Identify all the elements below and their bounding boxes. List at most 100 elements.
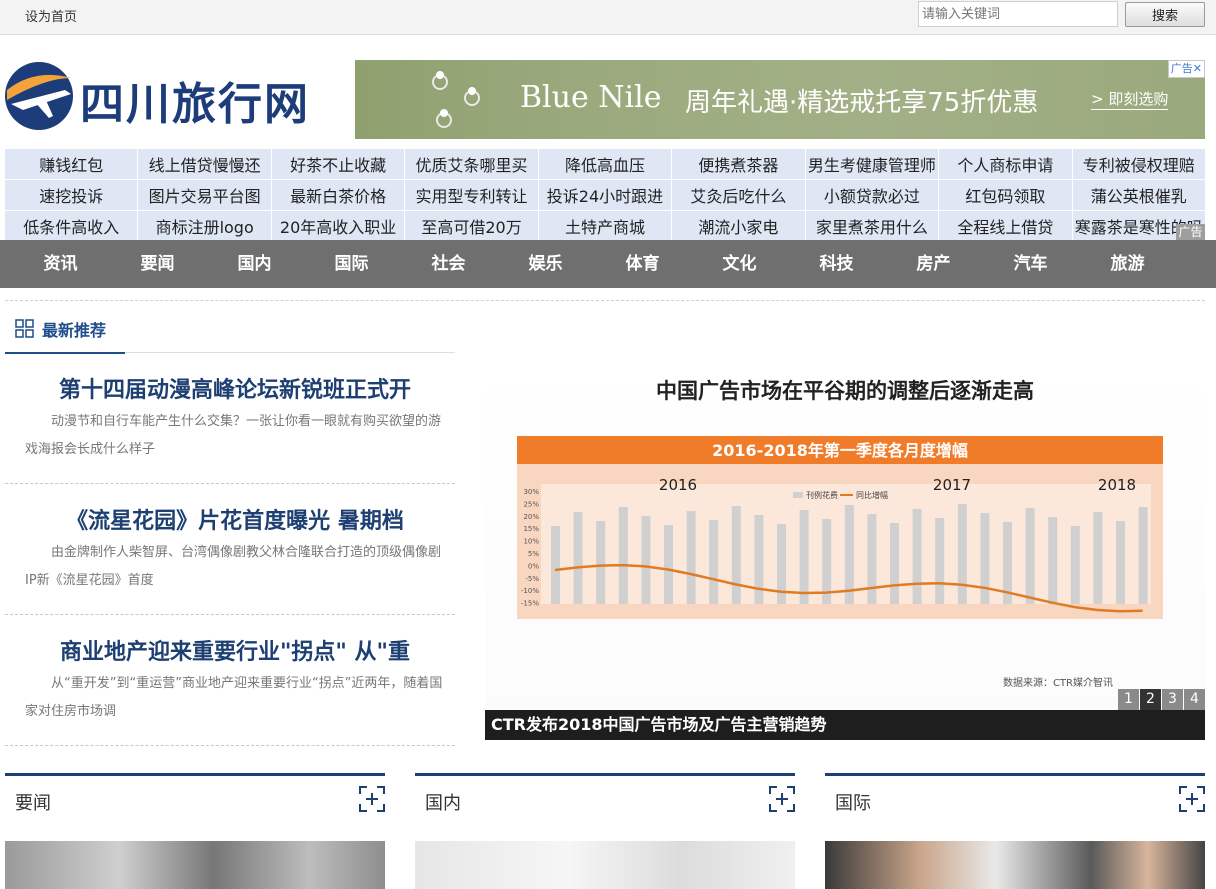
slider-page-dot[interactable]: 1	[1118, 689, 1139, 710]
column-guonei: 国内	[415, 773, 795, 889]
chart-bar	[641, 516, 651, 604]
keyword-link[interactable]: 蒲公英根催乳	[1072, 180, 1205, 210]
ad-label[interactable]: 广告✕	[1167, 60, 1205, 78]
column-header: 国内	[415, 773, 795, 826]
site-logo[interactable]: 四川旅行网	[5, 60, 308, 132]
ad-brand: Blue Nile	[520, 80, 662, 115]
slider-page-dot[interactable]: 3	[1162, 689, 1183, 710]
keyword-link[interactable]: 赚钱红包	[5, 149, 138, 179]
keyword-link[interactable]: 实用型专利转让	[405, 180, 538, 210]
keyword-link[interactable]: 潮流小家电	[672, 211, 805, 241]
keyword-link[interactable]: 红包码领取	[939, 180, 1072, 210]
keyword-link[interactable]: 小额贷款必过	[805, 180, 939, 210]
nav-item[interactable]: 资讯	[12, 240, 109, 288]
keyword-link[interactable]: 艾灸后吃什么	[672, 180, 805, 210]
chart-bar	[1048, 517, 1058, 604]
y-tick-label: -10%	[521, 587, 539, 595]
keyword-link[interactable]: 图片交易平台图	[138, 180, 271, 210]
slider-page-dot[interactable]: 2	[1140, 689, 1161, 710]
expand-plus-icon[interactable]	[359, 786, 385, 812]
column-header: 要闻	[5, 773, 385, 826]
y-tick-label: 5%	[528, 550, 539, 558]
chart-bar	[618, 507, 628, 604]
keyword-link[interactable]: 商标注册logo	[138, 211, 271, 241]
nav-item[interactable]: 文化	[691, 240, 788, 288]
keyword-link[interactable]: 线上借贷慢慢还	[138, 149, 271, 179]
nav-item[interactable]: 体育	[594, 240, 691, 288]
nav-item[interactable]: 国内	[206, 240, 303, 288]
ad-banner[interactable]: Blue Nile 周年礼遇·精选戒托享75折优惠 > 即刻选购 广告✕	[355, 60, 1205, 139]
keyword-link[interactable]: 好茶不止收藏	[271, 149, 405, 179]
article-title[interactable]: 第十四届动漫高峰论坛新锐班正式开	[25, 372, 445, 404]
chart-bar	[890, 523, 899, 604]
chart-bar	[551, 526, 560, 604]
column-thumbnail[interactable]	[825, 841, 1205, 889]
column-guoji: 国际	[825, 773, 1205, 889]
chart-bar	[799, 510, 809, 604]
column-thumbnail[interactable]	[415, 841, 795, 889]
nav-item[interactable]: 汽车	[982, 240, 1079, 288]
expand-plus-icon[interactable]	[769, 786, 795, 812]
keyword-link[interactable]: 土特产商城	[538, 211, 672, 241]
column-thumbnail[interactable]	[5, 841, 385, 889]
column-title[interactable]: 国内	[425, 789, 461, 815]
article-summary: 从“重开发”到“重运营”商业地产迎来重要行业“拐点”近两年，随着国家对住房市场调	[25, 676, 443, 719]
nav-item[interactable]: 国际	[303, 240, 400, 288]
nav-item[interactable]: 旅游	[1079, 240, 1176, 288]
year-label: 2018	[1098, 476, 1136, 494]
keyword-link[interactable]: 速挖投诉	[5, 180, 138, 210]
keyword-link[interactable]: 最新白茶价格	[271, 180, 405, 210]
nav-item[interactable]: 要闻	[109, 240, 206, 288]
keyword-link[interactable]: 专利被侵权理赔	[1072, 149, 1205, 179]
column-title[interactable]: 要闻	[15, 789, 51, 815]
legend-swatch-bar	[793, 492, 803, 498]
nav-item[interactable]: 娱乐	[497, 240, 594, 288]
article-summary: 由金牌制作人柴智屏、台湾偶像剧教父林合隆联合打造的顶级偶像剧IP新《流星花园》首…	[25, 545, 442, 588]
expand-plus-icon[interactable]	[1179, 786, 1205, 812]
keyword-link[interactable]: 全程线上借贷	[939, 211, 1072, 241]
article-title[interactable]: 商业地产迎来重要行业"拐点" 从"重	[25, 634, 445, 666]
article-title[interactable]: 《流星花园》片花首度曝光 暑期档	[25, 503, 445, 535]
chart-bar	[596, 521, 606, 604]
chart-bar	[686, 511, 696, 604]
keyword-link[interactable]: 低条件高收入	[5, 211, 138, 241]
search-input[interactable]	[918, 1, 1118, 27]
column-title[interactable]: 国际	[835, 789, 871, 815]
keyword-link[interactable]: 降低高血压	[538, 149, 672, 179]
slide-headline: 中国广告市场在平谷期的调整后逐渐走高	[656, 379, 1034, 403]
rings-image	[432, 71, 480, 128]
keyword-link[interactable]: 投诉24小时跟进	[538, 180, 672, 210]
nav-item[interactable]: 房产	[885, 240, 982, 288]
search-button[interactable]: 搜索	[1125, 2, 1205, 27]
ad-promo-text: 周年礼遇·精选戒托享75折优惠	[685, 88, 1039, 118]
featured-slider[interactable]: 中国广告市场在平谷期的调整后逐渐走高 2016-2018年第一季度各月度增幅 2…	[485, 358, 1205, 740]
chart-bar	[1116, 521, 1125, 604]
set-homepage-link[interactable]: 设为首页	[25, 6, 77, 25]
column-header: 国际	[825, 773, 1205, 826]
slide-caption[interactable]: CTR发布2018中国广告市场及广告主营销趋势	[485, 710, 1205, 740]
keyword-ad-label[interactable]: 广告	[1176, 224, 1205, 240]
close-icon[interactable]: ✕	[1193, 62, 1202, 75]
article-item: 第十四届动漫高峰论坛新锐班正式开 动漫节和自行车能产生什么交集？一张让你看一眼就…	[5, 352, 455, 484]
y-tick-label: 20%	[523, 513, 539, 521]
chart-bar	[867, 514, 877, 604]
chart-bar	[731, 506, 741, 604]
chart-bar	[1138, 507, 1148, 604]
article-item: 《流星花园》片花首度曝光 暑期档 由金牌制作人柴智屏、台湾偶像剧教父林合隆联合打…	[5, 483, 455, 615]
keyword-link[interactable]: 个人商标申请	[939, 149, 1072, 179]
keyword-link[interactable]: 20年高收入职业	[271, 211, 405, 241]
slide-image: 中国广告市场在平谷期的调整后逐渐走高 2016-2018年第一季度各月度增幅 2…	[517, 379, 1163, 689]
keyword-link[interactable]: 优质艾条哪里买	[405, 149, 538, 179]
keyword-link[interactable]: 至高可借20万	[405, 211, 538, 241]
keyword-link[interactable]: 家里煮茶用什么	[805, 211, 939, 241]
slider-pagination: 1234	[1118, 689, 1205, 710]
slider-page-dot[interactable]: 4	[1184, 689, 1205, 710]
article-summary: 动漫节和自行车能产生什么交集？一张让你看一眼就有购买欲望的游戏海报会长成什么样子	[25, 414, 442, 457]
nav-item[interactable]: 社会	[400, 240, 497, 288]
nav-item[interactable]: 科技	[788, 240, 885, 288]
keyword-link[interactable]: 男生考健康管理师	[805, 149, 939, 179]
keyword-link[interactable]: 便携煮茶器	[672, 149, 805, 179]
ad-cta-link[interactable]: > 即刻选购	[1091, 88, 1169, 110]
y-tick-label: -15%	[521, 600, 539, 608]
latest-section-title: 最新推荐	[42, 321, 107, 340]
